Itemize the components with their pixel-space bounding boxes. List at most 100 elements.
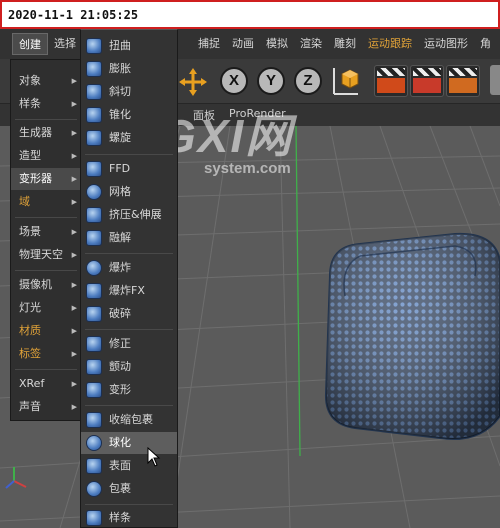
deformer-item-label: 挤压&伸展 [109,208,162,221]
menu-divider [85,329,173,330]
cube-icon[interactable] [330,64,362,96]
create-menu-item-light[interactable]: 灯光 ▶ [11,297,81,319]
create-menu-item-material[interactable]: 材质 ▶ [11,320,81,342]
render-picture-clapper-icon[interactable] [410,65,444,97]
create-menu-item-deformer[interactable]: 变形器 ▶ [11,168,81,190]
squash-stretch-deformer-icon [86,207,102,223]
menu-snap[interactable]: 捕捉 [192,33,226,55]
deformer-item-label: 表面 [109,459,131,472]
axis-y-button[interactable]: Y [257,67,285,95]
deformer-item-label: 收缩包裹 [109,413,153,426]
menu-simulate[interactable]: 模拟 [260,33,294,55]
create-menu-item-label: 变形器 [19,172,52,185]
correction-deformer-icon [86,336,102,352]
deformer-item-squash-stretch[interactable]: 挤压&伸展 [81,204,177,226]
menu-motion-tracking[interactable]: 运动跟踪 [362,33,418,55]
submenu-arrow-icon: ▶ [71,100,77,108]
submenu-arrow-icon: ▶ [71,152,77,160]
deformer-item-explosion[interactable]: 爆炸 [81,257,177,279]
deformer-item-label: 爆炸FX [109,284,145,297]
render-settings-icon[interactable] [446,65,480,97]
create-menu-item-scene[interactable]: 场景 ▶ [11,221,81,243]
deformer-item-spline[interactable]: 样条 [81,507,177,528]
menu-character[interactable]: 角 [474,33,497,55]
create-menu-item-label: 域 [19,195,30,208]
create-menu-item-tag[interactable]: 标签 ▶ [11,343,81,365]
deformer-item-label: 螺旋 [109,131,131,144]
deformer-item-shrink-wrap[interactable]: 收缩包裹 [81,409,177,431]
deformer-item-twist[interactable]: 扭曲 [81,35,177,57]
deformer-item-surface[interactable]: 表面 [81,455,177,477]
deformer-item-jiggle[interactable]: 颤动 [81,356,177,378]
cursor-arrow-icon [147,446,161,470]
deformer-item-ffd[interactable]: FFD [81,158,177,180]
watermark-logo-text: GXI网 [160,110,294,162]
main-menu-bar: 创建 选择 捕捉 动画 模拟 渲染 雕刻 运动跟踪 运动图形 角 [0,29,500,59]
deformer-item-wrap[interactable]: 包裹 [81,478,177,500]
submenu-arrow-icon: ▶ [71,129,77,137]
twist-deformer-icon [86,38,102,54]
create-menu-item-label: 造型 [19,149,41,162]
menu-divider [85,504,173,505]
axis-x-button[interactable]: X [220,67,248,95]
morph-deformer-icon [86,382,102,398]
toolbar-overflow-icon[interactable] [490,65,500,95]
ffd-deformer-icon [86,161,102,177]
timestamp-text: 2020-11-1 21:05:25 [8,7,139,22]
surface-deformer-icon [86,458,102,474]
deformer-item-label: 膨胀 [109,62,131,75]
submenu-arrow-icon: ▶ [71,281,77,289]
menu-render[interactable]: 渲染 [294,33,328,55]
submenu-arrow-icon: ▶ [71,403,77,411]
create-menu-item-field[interactable]: 域 ▶ [11,191,81,213]
deformer-item-bulge[interactable]: 膨胀 [81,58,177,80]
create-menu-item-label: 摄像机 [19,278,52,291]
create-menu-item-label: 物理天空 [19,248,63,261]
render-view-clapper-icon[interactable] [374,65,408,97]
deformer-item-label: 扭曲 [109,39,131,52]
axis-z-button[interactable]: Z [294,67,322,95]
deformer-item-spherify[interactable]: 球化 [81,432,177,454]
submenu-arrow-icon: ▶ [71,77,77,85]
deformer-item-correction[interactable]: 修正 [81,333,177,355]
c4d-window: 2020-11-1 21:05:25 创建 选择 捕捉 动画 模拟 渲染 雕刻 … [0,0,500,528]
create-menu-item-physical-sky[interactable]: 物理天空 ▶ [11,244,81,266]
create-menu-item-camera[interactable]: 摄像机 ▶ [11,274,81,296]
menu-sculpt[interactable]: 雕刻 [328,33,362,55]
menu-animate[interactable]: 动画 [226,33,260,55]
deformer-item-label: 包裹 [109,482,131,495]
deformer-item-helix[interactable]: 螺旋 [81,127,177,149]
deformer-item-label: 融解 [109,231,131,244]
create-menu-item-modeling[interactable]: 造型 ▶ [11,145,81,167]
menu-mograph[interactable]: 运动图形 [418,33,474,55]
deformer-item-label: 爆炸 [109,261,131,274]
create-menu-item-spline[interactable]: 样条 ▶ [11,93,81,115]
deformer-item-label: 斜切 [109,85,131,98]
menu-divider [15,270,77,271]
mesh-deformer-icon [86,184,102,200]
create-menu-item-xref[interactable]: XRef ▶ [11,373,81,395]
menu-divider [15,369,77,370]
create-menu-item-object[interactable]: 对象 ▶ [11,70,81,92]
bulge-deformer-icon [86,61,102,77]
create-menu-item-label: 生成器 [19,126,52,139]
helix-deformer-icon [86,130,102,146]
deformer-item-mesh[interactable]: 网格 [81,181,177,203]
create-menu-item-label: 样条 [19,97,41,110]
deformer-item-shatter[interactable]: 破碎 [81,303,177,325]
deformer-item-taper[interactable]: 锥化 [81,104,177,126]
menu-create[interactable]: 创建 [12,33,48,55]
move-tool-icon[interactable] [178,67,208,99]
create-menu-item-label: XRef [19,377,45,390]
create-menu-item-sound[interactable]: 声音 ▶ [11,396,81,418]
deformer-item-melt[interactable]: 融解 [81,227,177,249]
shear-deformer-icon [86,84,102,100]
deformer-item-label: 锥化 [109,108,131,121]
create-menu-item-generator[interactable]: 生成器 ▶ [11,122,81,144]
deformer-item-morph[interactable]: 变形 [81,379,177,401]
menu-select[interactable]: 选择 [48,33,82,55]
submenu-arrow-icon: ▶ [71,380,77,388]
wrap-deformer-icon [86,481,102,497]
deformer-item-explosion-fx[interactable]: 爆炸FX [81,280,177,302]
deformer-item-shear[interactable]: 斜切 [81,81,177,103]
